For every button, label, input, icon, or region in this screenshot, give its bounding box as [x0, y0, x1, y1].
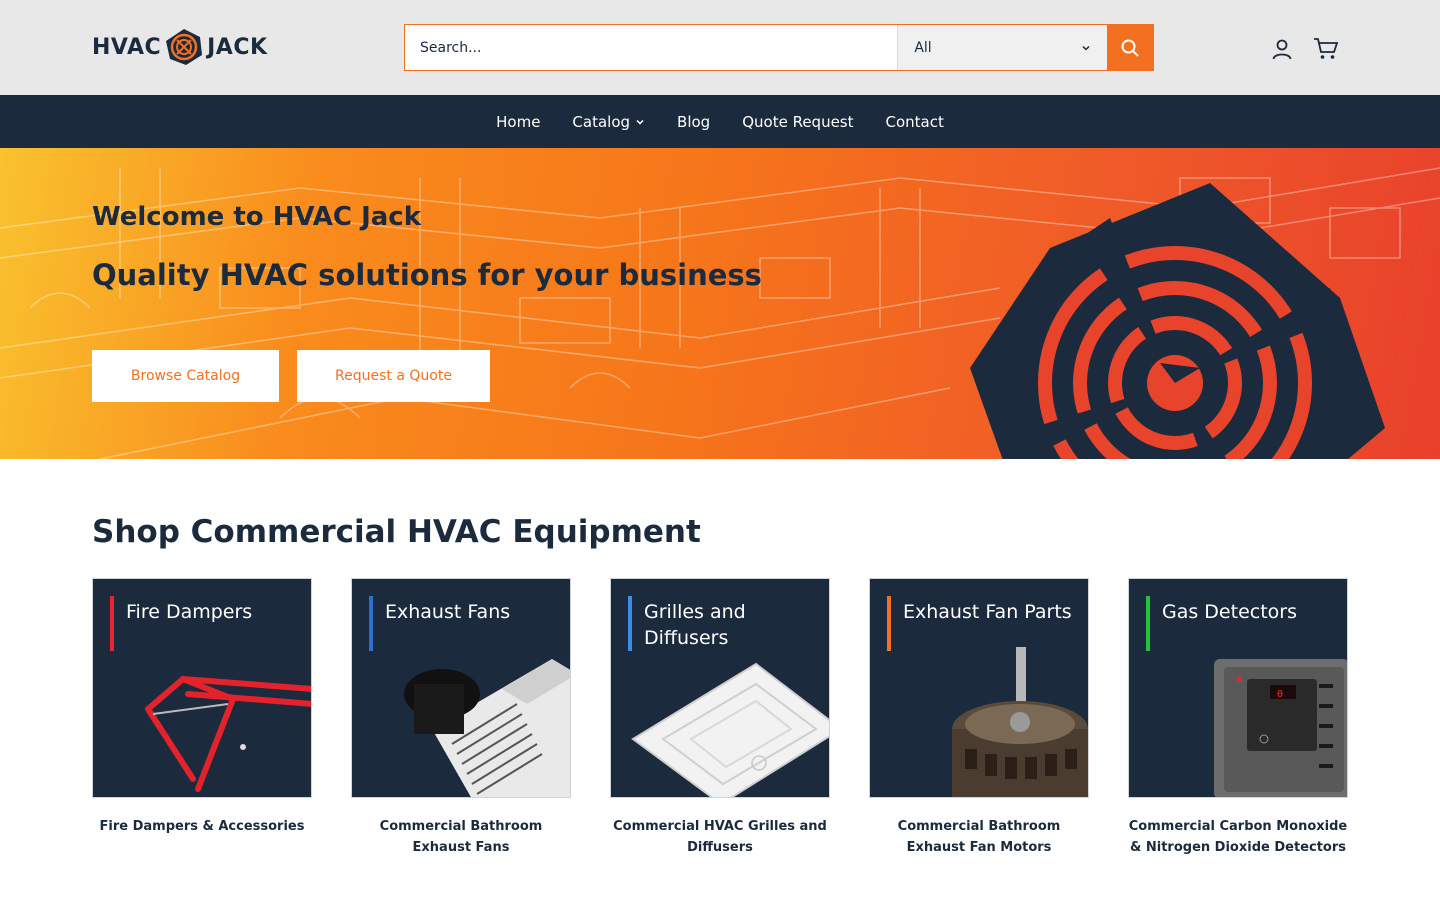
- search-icon: [1121, 39, 1139, 57]
- category-accent-bar: [110, 596, 114, 651]
- category-card-exhaust-fans[interactable]: Exhaust Fans Commercial Bathroom Exhaust…: [351, 578, 571, 858]
- section-title: Shop Commercial HVAC Equipment: [92, 514, 701, 550]
- category-accent-bar: [628, 596, 632, 651]
- category-card-image: Exhaust Fans: [351, 578, 571, 798]
- cart-icon[interactable]: [1313, 37, 1339, 61]
- chevron-down-icon: [636, 119, 644, 125]
- nav-item-label: Contact: [885, 112, 944, 131]
- search-bar: All: [404, 24, 1154, 71]
- category-card-image: Exhaust Fan Parts: [869, 578, 1089, 798]
- fan-logo-icon: [166, 29, 203, 65]
- search-category-value: All: [914, 39, 932, 56]
- category-card-heading: Fire Dampers: [126, 601, 253, 623]
- browse-catalog-button[interactable]: Browse Catalog: [92, 350, 279, 402]
- logo-text-jack: JACK: [207, 34, 268, 60]
- category-card-heading: Exhaust Fan Parts: [903, 601, 1072, 623]
- nav-item-blog[interactable]: Blog: [677, 113, 710, 131]
- category-card-exhaust-fan-parts[interactable]: Exhaust Fan Parts Commercial Bathroom Ex…: [869, 578, 1089, 858]
- nav-item-quote-request[interactable]: Quote Request: [742, 113, 853, 131]
- fan-logo-graphic: [970, 183, 1385, 459]
- nav-item-label: Quote Request: [742, 112, 854, 131]
- hero-subtitle: Quality HVAC solutions for your business: [92, 258, 762, 292]
- nav-item-label: Blog: [677, 112, 711, 131]
- site-header: HVAC JACK All: [0, 0, 1440, 95]
- search-input[interactable]: [405, 25, 898, 70]
- category-card-caption: Commercial Bathroom Exhaust Fan Motors: [897, 819, 1061, 855]
- category-card-heading: Gas Detectors: [1162, 601, 1297, 623]
- category-card-gas-detectors[interactable]: 0 Gas Detectors Commercial Carbon Monoxi…: [1128, 578, 1348, 858]
- site-logo[interactable]: HVAC JACK: [92, 26, 292, 68]
- category-accent-bar: [887, 596, 891, 651]
- logo-text-hvac: HVAC: [92, 34, 162, 60]
- hero-banner: Welcome to HVAC Jack Quality HVAC soluti…: [0, 148, 1440, 459]
- search-category-select[interactable]: All: [897, 25, 1108, 70]
- account-icon[interactable]: [1270, 37, 1294, 61]
- category-card-caption: Commercial HVAC Grilles and Diffusers: [613, 819, 827, 855]
- category-card-fire-dampers[interactable]: Fire Dampers Fire Dampers & Accessories: [92, 578, 312, 837]
- search-button[interactable]: [1107, 25, 1153, 70]
- svg-text:0: 0: [1277, 689, 1283, 700]
- category-card-image: 0 Gas Detectors: [1128, 578, 1348, 798]
- nav-item-catalog[interactable]: Catalog: [572, 113, 645, 131]
- category-card-caption: Fire Dampers & Accessories: [99, 819, 305, 834]
- category-card-heading: Exhaust Fans: [385, 601, 511, 623]
- nav-item-contact[interactable]: Contact: [886, 113, 944, 131]
- category-accent-bar: [369, 596, 373, 651]
- category-card-grilles-diffusers[interactable]: Grilles and Diffusers Commercial HVAC Gr…: [610, 578, 830, 858]
- category-card-image: Grilles and Diffusers: [610, 578, 830, 798]
- category-accent-bar: [1146, 596, 1150, 651]
- request-quote-button[interactable]: Request a Quote: [297, 350, 490, 402]
- category-card-image: Fire Dampers: [92, 578, 312, 798]
- main-nav: Home Catalog Blog Quote Request Contact: [0, 95, 1440, 148]
- category-card-heading: Grilles and Diffusers: [644, 601, 746, 649]
- nav-item-home[interactable]: Home: [496, 113, 540, 131]
- nav-item-label: Home: [496, 112, 541, 131]
- hero-title: Welcome to HVAC Jack: [92, 202, 421, 232]
- chevron-down-icon: [1082, 45, 1090, 51]
- category-card-caption: Commercial Bathroom Exhaust Fans: [379, 819, 543, 855]
- category-card-caption: Commercial Carbon Monoxide & Nitrogen Di…: [1128, 819, 1348, 855]
- nav-item-label: Catalog: [572, 112, 631, 131]
